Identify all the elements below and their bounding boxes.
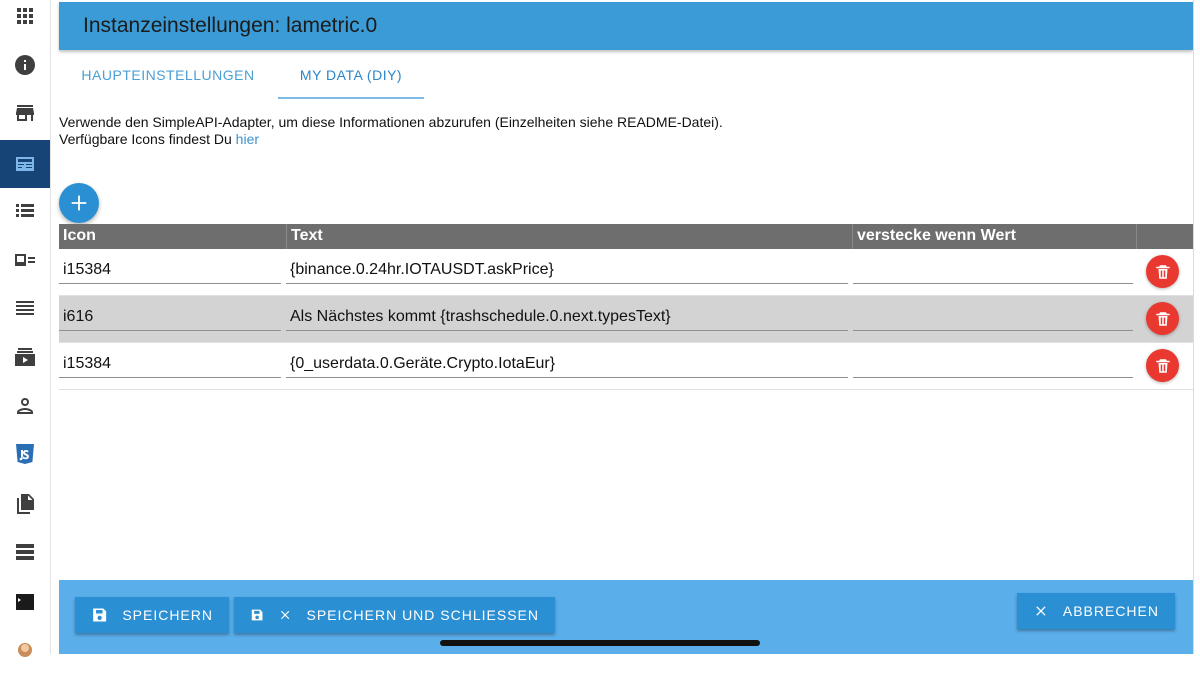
close-icon	[281, 610, 290, 620]
trash-icon	[1155, 358, 1170, 373]
id-card-icon	[15, 254, 35, 266]
column-header-icon: Icon	[63, 227, 96, 244]
user-icon	[17, 398, 33, 414]
description-line-1: Verwende den SimpleAPI-Adapter, um diese…	[59, 114, 723, 130]
cancel-button-label: ABBRECHEN	[1062, 603, 1159, 619]
tab-indicator	[278, 97, 424, 99]
sidebar-item-terminal[interactable]	[0, 578, 50, 626]
column-header-text: Text	[286, 224, 852, 249]
cancel-button[interactable]: ABBRECHEN	[1017, 593, 1175, 629]
icons-link[interactable]: hier	[236, 131, 259, 147]
sidebar	[0, 0, 51, 657]
save-and-close-button-label: SPEICHERN UND SCHLIESSEN	[306, 607, 539, 623]
trash-icon	[1155, 311, 1170, 326]
sidebar-item-list[interactable]	[0, 187, 50, 235]
sidebar-item-cards[interactable]	[0, 236, 50, 284]
title-bar: Instanzeinstellungen: lametric.0	[59, 2, 1193, 50]
hide-value-input[interactable]	[853, 255, 1133, 284]
hide-value-input[interactable]	[853, 349, 1133, 378]
table-header: Icon Text verstecke wenn Wert	[59, 224, 1193, 249]
delete-row-button[interactable]	[1146, 302, 1179, 335]
table-row: i616 Als Nächstes kommt {trashschedule.0…	[59, 296, 1193, 343]
sidebar-item-logs[interactable]	[0, 284, 50, 332]
sidebar-item-media[interactable]	[0, 333, 50, 381]
delete-row-button[interactable]	[1146, 349, 1179, 382]
hosts-icon	[16, 544, 34, 560]
sidebar-item-users[interactable]	[0, 382, 50, 430]
save-and-close-button[interactable]: SPEICHERN UND SCHLIESSEN	[234, 597, 555, 633]
text-input[interactable]: {binance.0.24hr.IOTAUSDT.askPrice}	[286, 255, 848, 284]
delete-row-button[interactable]	[1146, 255, 1179, 288]
save-button[interactable]: SPEICHERN	[75, 597, 229, 633]
add-row-button[interactable]	[59, 183, 99, 223]
sidebar-item-instances[interactable]	[0, 140, 50, 188]
main-panel: Instanzeinstellungen: lametric.0 HAUPTEI…	[59, 0, 1193, 654]
sidebar-item-info[interactable]	[0, 41, 50, 89]
icon-input[interactable]: i15384	[59, 255, 281, 284]
sidebar-item-store[interactable]	[0, 89, 50, 137]
save-icon	[93, 608, 107, 622]
plus-icon	[71, 195, 87, 211]
save-icon	[251, 609, 263, 621]
description: Verwende den SimpleAPI-Adapter, um diese…	[59, 114, 723, 148]
hide-value-input[interactable]	[853, 302, 1133, 331]
window-edge	[1193, 0, 1200, 654]
list-icon	[16, 204, 34, 217]
sidebar-item-apps[interactable]	[0, 0, 50, 40]
icon-input[interactable]: i15384	[59, 349, 281, 378]
sidebar-item-scripts[interactable]	[0, 430, 50, 478]
table-row: i15384 {0_userdata.0.Geräte.Crypto.IotaE…	[59, 343, 1193, 390]
column-header-actions	[1136, 224, 1198, 249]
javascript-icon	[16, 444, 34, 464]
tab-my-data[interactable]: MY DATA (DIY)	[278, 52, 424, 98]
store-icon	[16, 105, 34, 121]
home-indicator[interactable]	[440, 640, 760, 646]
apps-icon	[17, 8, 33, 24]
sidebar-item-files[interactable]	[0, 480, 50, 528]
text-input[interactable]: {0_userdata.0.Geräte.Crypto.IotaEur}	[286, 349, 848, 378]
terminal-icon	[16, 594, 34, 610]
close-icon	[1036, 606, 1046, 616]
trash-icon	[1155, 264, 1170, 279]
icon-input[interactable]: i616	[59, 302, 281, 331]
save-button-label: SPEICHERN	[122, 607, 213, 623]
column-header-hide-value: verstecke wenn Wert	[852, 224, 1139, 249]
table-row: i15384 {binance.0.24hr.IOTAUSDT.askPrice…	[59, 249, 1193, 296]
tab-main-settings[interactable]: HAUPTEINSTELLUNGEN	[59, 52, 277, 98]
avatar-icon	[18, 643, 32, 657]
files-icon	[17, 494, 34, 514]
text-lines-icon	[16, 301, 34, 315]
page-title: Instanzeinstellungen: lametric.0	[83, 14, 378, 37]
sidebar-item-hosts[interactable]	[0, 528, 50, 576]
text-input[interactable]: Als Nächstes kommt {trashschedule.0.next…	[286, 302, 848, 331]
instances-icon	[16, 157, 34, 171]
info-icon	[15, 55, 35, 75]
icons-hint: Verfügbare Icons findest Du	[59, 131, 236, 147]
tab-bar: HAUPTEINSTELLUNGEN MY DATA (DIY)	[59, 52, 1193, 100]
data-table: Icon Text verstecke wenn Wert i15384 {bi…	[59, 224, 1193, 390]
description-line-2: Verfügbare Icons findest Du hier	[59, 131, 723, 148]
media-icon	[15, 348, 35, 366]
sidebar-item-profile[interactable]	[0, 626, 50, 674]
